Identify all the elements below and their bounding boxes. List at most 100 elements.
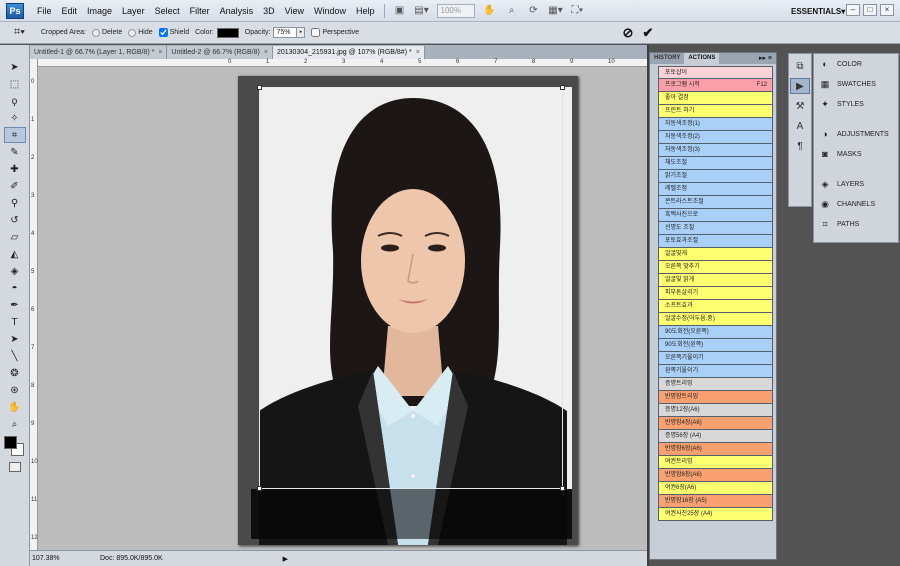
clone-stamp-tool-icon[interactable]: ⚲	[4, 195, 26, 211]
bridge-icon[interactable]: ▣	[392, 4, 408, 18]
action-item[interactable]: 포토효과조절	[658, 235, 773, 248]
cancel-crop-icon[interactable]: ⊘	[620, 25, 636, 41]
zoom-tool-icon[interactable]: ⌕	[4, 416, 26, 432]
action-item[interactable]: 얼굴수정(어두움,중)	[658, 313, 773, 326]
history-brush-tool-icon[interactable]: ↺	[4, 212, 26, 228]
path-selection-tool-icon[interactable]: ➤	[4, 331, 26, 347]
actions-panel-icon[interactable]: ▶	[790, 78, 810, 94]
move-tool-icon[interactable]: ➤	[4, 59, 26, 75]
dock-panel-channels[interactable]: ◉ CHANNELS	[814, 194, 898, 214]
document-canvas[interactable]	[238, 76, 578, 545]
action-item[interactable]: 오른쪽 맞추기	[658, 261, 773, 274]
action-item[interactable]: 여권트리밍	[658, 456, 773, 469]
history-panel-icon[interactable]: ⧉	[790, 58, 810, 74]
shield-check[interactable]	[158, 28, 168, 37]
crop-tool-preset-icon[interactable]: ⌗▾	[14, 26, 25, 39]
action-item[interactable]: 반명함4장(A6)	[658, 417, 773, 430]
vertical-ruler[interactable]: 0 1 2 3 4 5 6 7 8 9 10 11 12	[30, 59, 38, 550]
action-item[interactable]: 채도조절	[658, 157, 773, 170]
close-tab-icon[interactable]: ×	[264, 46, 268, 59]
action-item[interactable]: 증명12장(A6)	[658, 404, 773, 417]
action-item[interactable]: 오른쪽기울이기	[658, 352, 773, 365]
crop-handle-bottom-left[interactable]	[257, 486, 262, 491]
document-tab[interactable]: Untitled-1 @ 66.7% (Layer 1, RGB/8) * ×	[30, 46, 168, 59]
delete-radio[interactable]: Delete	[91, 28, 122, 37]
paragraph-icon[interactable]: ¶	[790, 138, 810, 154]
action-item[interactable]: 흑백사진으로	[658, 209, 773, 222]
shield-checkbox[interactable]: Shield	[158, 28, 189, 37]
action-item[interactable]: 얼굴빛게	[658, 248, 773, 261]
crop-handle-top-left[interactable]	[257, 85, 262, 90]
brush-tool-icon[interactable]: ✐	[4, 178, 26, 194]
maximize-button[interactable]: □	[863, 4, 877, 16]
quick-mask-icon[interactable]	[8, 462, 21, 472]
action-item[interactable]: 90도회전(오른쪽)	[658, 326, 773, 339]
panel-menu-icon[interactable]: ▸▸ ≡	[759, 53, 772, 64]
perspective-check[interactable]	[311, 28, 321, 37]
action-item[interactable]: 좋아 결정	[658, 92, 773, 105]
dock-panel-layers[interactable]: ◈ LAYERS	[814, 174, 898, 194]
dock-panel-paths[interactable]: ⌗ PATHS	[814, 214, 898, 234]
3d-orbit-tool-icon[interactable]: ⊛	[4, 382, 26, 398]
tab-history[interactable]: HISTORY	[650, 53, 684, 64]
action-item[interactable]: 피부톤살리기	[658, 287, 773, 300]
action-item[interactable]: 증명56장 (A4)	[658, 430, 773, 443]
close-button[interactable]: ×	[880, 4, 894, 16]
action-item[interactable]: 반명함6장(A6)	[658, 443, 773, 456]
screen-mode-icon[interactable]: ⛶▾	[570, 4, 586, 18]
horizontal-ruler[interactable]: 0 1 2 3 4 5 6 7 8 9 10	[38, 59, 647, 67]
commit-crop-icon[interactable]: ✔	[640, 25, 656, 41]
menu-view[interactable]: View	[280, 0, 309, 22]
action-item[interactable]: 프로그램 시작 F12	[658, 79, 773, 92]
crop-handle-bottom-right[interactable]	[560, 486, 565, 491]
dock-panel-adjustments[interactable]: ◑ ADJUSTMENTS	[814, 124, 898, 144]
action-item[interactable]: 증명트리밍	[658, 378, 773, 391]
type-tool-icon[interactable]: T	[4, 314, 26, 330]
action-item[interactable]: 여권사진25장 (A4)	[658, 508, 773, 521]
zoom-status[interactable]: 107.38%	[30, 555, 60, 562]
document-tab-active[interactable]: 20130304_215931.jpg @ 107% (RGB/8#) * ×	[272, 46, 425, 59]
close-tab-icon[interactable]: ×	[416, 46, 420, 59]
arrange-documents-icon[interactable]: ▦▾	[548, 4, 564, 18]
magic-wand-tool-icon[interactable]: ✧	[4, 110, 26, 126]
crop-handle-top-right[interactable]	[560, 85, 565, 90]
action-item[interactable]: 프린트 하기	[658, 105, 773, 118]
action-item[interactable]: 레벨조정	[658, 183, 773, 196]
character-icon[interactable]: A	[790, 118, 810, 134]
action-item[interactable]: 자동색조정(3)	[658, 144, 773, 157]
action-item[interactable]: 자동색조정(2)	[658, 131, 773, 144]
rotate-view-icon[interactable]: ⟳	[526, 4, 542, 18]
shield-color-swatch[interactable]	[216, 27, 239, 38]
dock-panel-swatches[interactable]: ▦ SWATCHES	[814, 74, 898, 94]
close-tab-icon[interactable]: ×	[158, 46, 162, 59]
minimize-button[interactable]: –	[846, 4, 860, 16]
document-tab[interactable]: Untitled-2 @ 66.7% (RGB/8) ×	[167, 46, 273, 59]
view-extras-icon[interactable]: ▤▾	[414, 4, 430, 18]
menu-select[interactable]: Select	[150, 0, 185, 22]
hand-tool-icon[interactable]: ✋	[482, 4, 498, 18]
marquee-tool-icon[interactable]: ⬚	[4, 76, 26, 92]
canvas-area[interactable]	[38, 67, 647, 550]
menu-edit[interactable]: Edit	[57, 0, 83, 22]
menu-file[interactable]: File	[32, 0, 57, 22]
blur-tool-icon[interactable]: ◈	[4, 263, 26, 279]
dock-panel-color[interactable]: ◐ COLOR	[814, 54, 898, 74]
crop-selection-box[interactable]	[257, 85, 565, 491]
line-tool-icon[interactable]: ╲	[4, 348, 26, 364]
menu-image[interactable]: Image	[82, 0, 117, 22]
healing-brush-tool-icon[interactable]: ✚	[4, 161, 26, 177]
opacity-spinner[interactable]: ▸	[297, 27, 306, 38]
pen-tool-icon[interactable]: ✒	[4, 297, 26, 313]
opacity-input[interactable]: 75%	[273, 27, 298, 38]
dodge-tool-icon[interactable]: ◓	[4, 280, 26, 296]
crop-tool-icon[interactable]: ⌗	[3, 127, 26, 143]
action-item[interactable]: 여권6장(A6)	[658, 482, 773, 495]
action-item[interactable]: 소프트효과	[658, 300, 773, 313]
action-item[interactable]: 얼굴빛 밝게	[658, 274, 773, 287]
dock-panel-masks[interactable]: ◙ MASKS	[814, 144, 898, 164]
eraser-tool-icon[interactable]: ▱	[4, 229, 26, 245]
paint-bucket-tool-icon[interactable]: ◭	[4, 246, 26, 262]
menu-analysis[interactable]: Analysis	[215, 0, 259, 22]
foreground-color[interactable]	[3, 436, 17, 449]
workspace-switcher[interactable]: ESSENTIALS ▾	[788, 4, 848, 19]
